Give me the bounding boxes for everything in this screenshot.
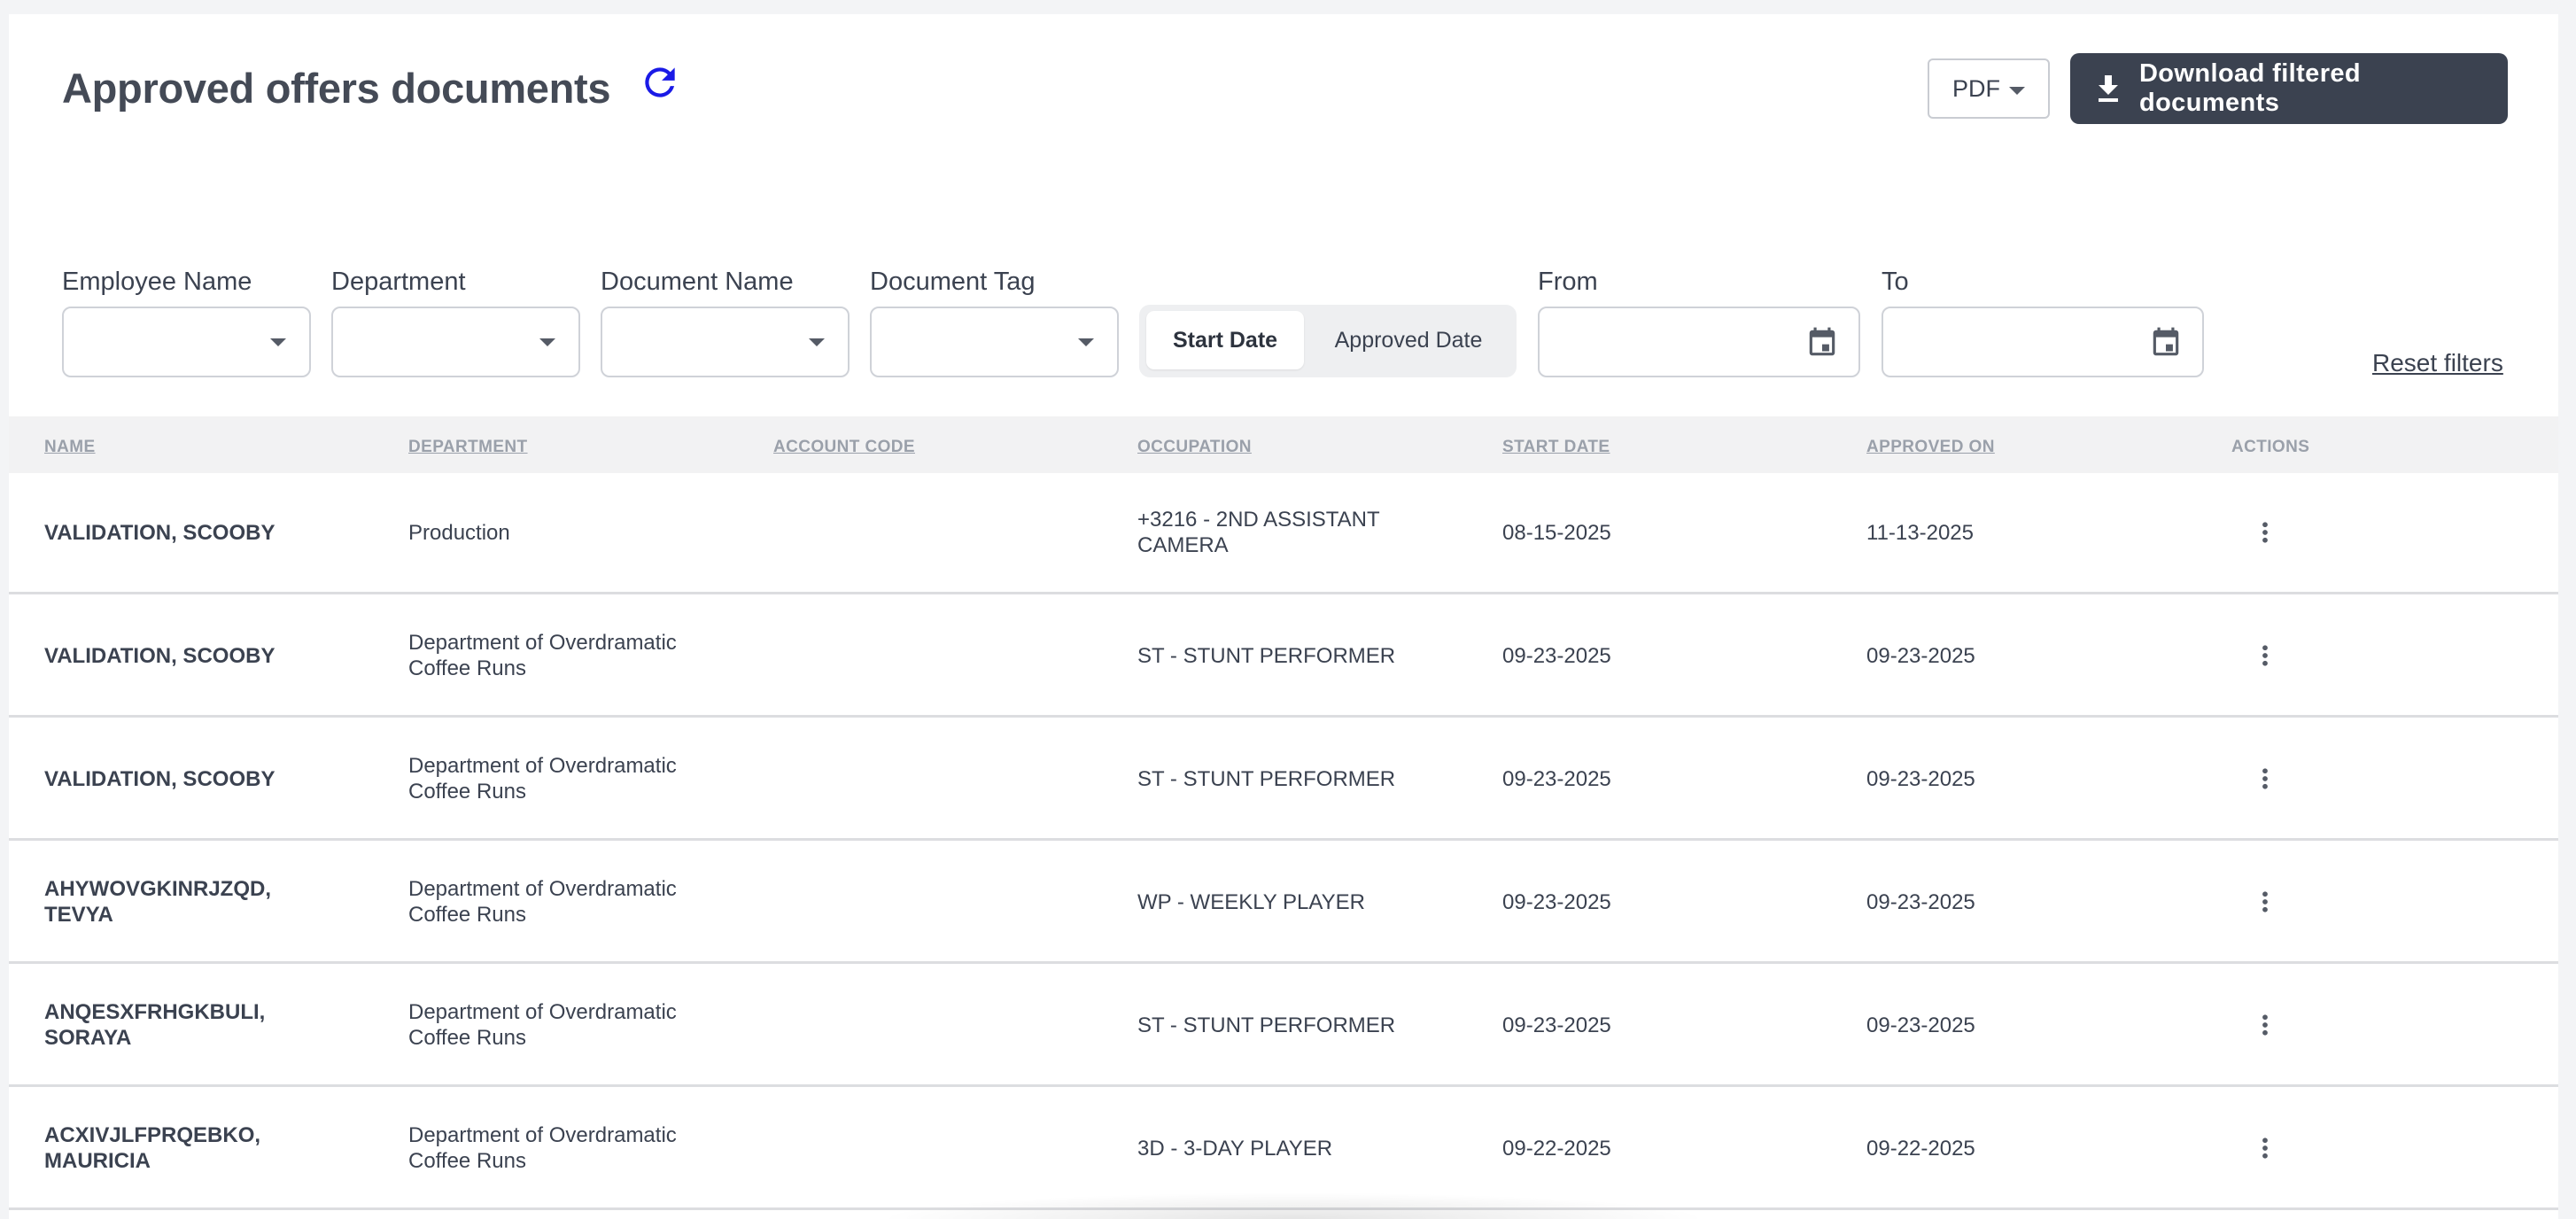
employee-name-label: Employee Name: [62, 268, 252, 296]
row-approved-on: 09-23-2025: [1866, 766, 1975, 791]
more-vertical-icon[interactable]: [2252, 765, 2278, 792]
row-department: Production: [408, 520, 510, 545]
toggle-approved-date[interactable]: Approved Date: [1307, 311, 1509, 369]
more-vertical-icon[interactable]: [2252, 642, 2278, 669]
row-occupation: ST - STUNT PERFORMER: [1137, 766, 1396, 791]
document-tag-select[interactable]: [870, 307, 1119, 377]
reset-filters-link[interactable]: Reset filters: [2372, 349, 2503, 377]
date-type-toggle: Start Date Approved Date: [1139, 305, 1517, 377]
caret-down-icon: [1078, 338, 1094, 346]
row-name: VALIDATION, SCOOBY: [44, 520, 275, 545]
row-account-code: [773, 842, 1057, 961]
row-department: Department of Overdramatic Coffee Runs: [408, 631, 677, 680]
caret-down-icon: [270, 338, 286, 346]
download-button-label: Download filtered documents: [2138, 59, 2362, 117]
row-occupation: ST - STUNT PERFORMER: [1137, 643, 1396, 668]
to-label: To: [1882, 268, 1909, 296]
column-header-start-date[interactable]: START DATE: [1502, 438, 1610, 457]
bottom-shadow: [877, 1192, 1710, 1219]
row-occupation: ST - STUNT PERFORMER: [1137, 1013, 1396, 1037]
format-select[interactable]: PDF: [1928, 58, 2050, 119]
document-tag-label: Document Tag: [870, 268, 1036, 296]
more-vertical-icon[interactable]: [2252, 1135, 2278, 1161]
row-approved-on: 09-22-2025: [1866, 1136, 1975, 1161]
row-start-date: 08-15-2025: [1502, 520, 1611, 545]
calendar-icon[interactable]: [2149, 326, 2183, 360]
column-header-account-code[interactable]: ACCOUNT CODE: [773, 438, 915, 457]
document-name-label: Document Name: [601, 268, 794, 296]
row-name: VALIDATION, SCOOBY: [44, 643, 275, 668]
from-label: From: [1538, 268, 1598, 296]
row-approved-on: 09-23-2025: [1866, 889, 1975, 914]
row-name: ACXIVJLFPRQEBKO, MAURICIA: [44, 1123, 261, 1173]
page-container: Approved offers documents PDF Download f…: [9, 14, 2558, 1219]
row-approved-on: 09-23-2025: [1866, 643, 1975, 668]
row-occupation: +3216 - 2ND ASSISTANT CAMERA: [1137, 508, 1380, 557]
caret-down-icon: [809, 338, 825, 346]
caret-down-icon: [539, 338, 555, 346]
department-select[interactable]: [331, 307, 580, 377]
row-account-code: [773, 596, 1057, 715]
row-name: ANQESXFRHGKBULI, SORAYA: [44, 1000, 266, 1050]
row-name: VALIDATION, SCOOBY: [44, 766, 275, 791]
table-header: NAME DEPARTMENT ACCOUNT CODE OCCUPATION …: [9, 416, 2558, 473]
column-header-department[interactable]: DEPARTMENT: [408, 438, 528, 457]
row-department: Department of Overdramatic Coffee Runs: [408, 1123, 677, 1173]
table-row: VALIDATION, SCOOBY Department of Overdra…: [9, 719, 2558, 841]
row-occupation: WP - WEEKLY PLAYER: [1137, 889, 1365, 914]
download-filtered-documents-button[interactable]: Download filtered documents: [2070, 53, 2508, 124]
row-start-date: 09-23-2025: [1502, 643, 1611, 668]
row-start-date: 09-23-2025: [1502, 1013, 1611, 1037]
row-approved-on: 11-13-2025: [1866, 520, 1974, 545]
column-header-name[interactable]: NAME: [44, 438, 96, 457]
refresh-icon[interactable]: [638, 60, 682, 105]
employee-name-select[interactable]: [62, 307, 311, 377]
table-row: VALIDATION, SCOOBY Production +3216 - 2N…: [9, 473, 2558, 594]
download-icon: [2098, 75, 2118, 102]
row-name: AHYWOVGKINRJZQD, TEVYA: [44, 877, 272, 927]
table-row: VALIDATION, SCOOBY Department of Overdra…: [9, 596, 2558, 718]
format-select-value: PDF: [1952, 74, 2000, 102]
row-start-date: 09-22-2025: [1502, 1136, 1611, 1161]
column-header-occupation[interactable]: OCCUPATION: [1137, 438, 1252, 457]
row-account-code: [773, 1089, 1057, 1207]
more-vertical-icon[interactable]: [2252, 519, 2278, 546]
from-date-input[interactable]: [1538, 307, 1860, 377]
row-account-code: [773, 473, 1057, 592]
row-account-code: [773, 966, 1057, 1084]
row-start-date: 09-23-2025: [1502, 889, 1611, 914]
column-header-approved-on[interactable]: APPROVED ON: [1866, 438, 1995, 457]
page-title: Approved offers documents: [62, 65, 611, 112]
table-row: ANQESXFRHGKBULI, SORAYA Department of Ov…: [9, 966, 2558, 1087]
more-vertical-icon[interactable]: [2252, 889, 2278, 915]
calendar-icon[interactable]: [1805, 326, 1839, 360]
column-header-actions: ACTIONS: [2231, 438, 2310, 456]
toggle-start-date[interactable]: Start Date: [1146, 311, 1304, 369]
row-department: Department of Overdramatic Coffee Runs: [408, 1000, 677, 1050]
caret-down-icon: [2009, 87, 2025, 95]
row-account-code: [773, 719, 1057, 838]
table-row: AHYWOVGKINRJZQD, TEVYA Department of Ove…: [9, 842, 2558, 964]
department-label: Department: [331, 268, 466, 296]
to-date-input[interactable]: [1882, 307, 2204, 377]
row-department: Department of Overdramatic Coffee Runs: [408, 877, 677, 927]
row-start-date: 09-23-2025: [1502, 766, 1611, 791]
row-occupation: 3D - 3-DAY PLAYER: [1137, 1136, 1333, 1161]
document-name-select[interactable]: [601, 307, 850, 377]
more-vertical-icon[interactable]: [2252, 1012, 2278, 1038]
row-approved-on: 09-23-2025: [1866, 1013, 1975, 1037]
row-department: Department of Overdramatic Coffee Runs: [408, 754, 677, 804]
